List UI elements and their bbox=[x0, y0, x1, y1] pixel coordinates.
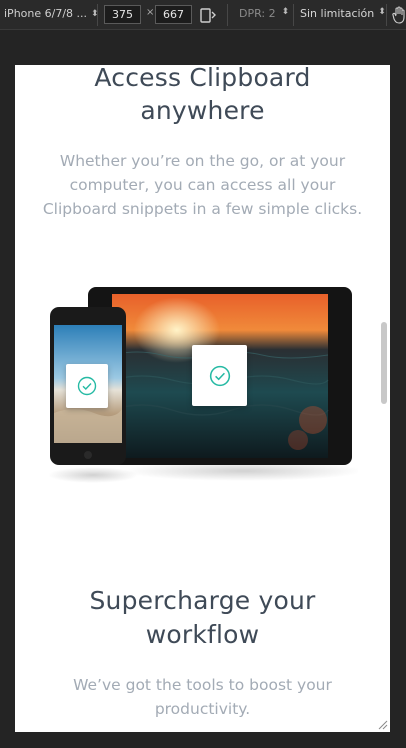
section-description-line: Whether you’re on the go, or at your bbox=[59, 152, 346, 170]
device-label: iPhone 6/7/8 ... bbox=[4, 7, 88, 20]
device-viewport: Access Clipboard anywhere Whether you’re… bbox=[15, 65, 390, 732]
scrollbar-thumb[interactable] bbox=[381, 322, 387, 404]
dpr-label: DPR: 2 bbox=[239, 7, 276, 20]
resize-grip-icon[interactable] bbox=[376, 718, 388, 730]
check-circle-icon bbox=[209, 365, 230, 386]
toolbar-divider bbox=[97, 4, 98, 26]
dimension-separator: × bbox=[146, 7, 155, 18]
caret-updown-icon: ⬍ bbox=[378, 7, 386, 17]
section-title-line: Supercharge your bbox=[89, 586, 316, 615]
check-circle-icon bbox=[77, 376, 97, 396]
section-title-line: workflow bbox=[145, 620, 260, 649]
height-input[interactable]: 667 bbox=[155, 5, 192, 24]
device-select[interactable]: iPhone 6/7/8 ... ⬍ bbox=[4, 7, 99, 20]
section-title-line: anywhere bbox=[140, 96, 265, 125]
section-description-line: We’ve got the tools to boost your bbox=[73, 676, 332, 694]
section-description-line: computer, you can access all your bbox=[69, 176, 336, 194]
responsive-toolbar: iPhone 6/7/8 ... ⬍ 375 × 667 DPR: 2 ⬍ Si… bbox=[0, 0, 406, 30]
toolbar-divider bbox=[293, 4, 294, 26]
width-input[interactable]: 375 bbox=[104, 5, 141, 24]
phone-check-card bbox=[66, 364, 108, 408]
section-title-line: Access Clipboard bbox=[94, 65, 311, 92]
section-description-line: Clipboard snippets in a few simple click… bbox=[42, 200, 363, 218]
toolbar-divider bbox=[227, 4, 228, 26]
throttle-label: Sin limitación bbox=[300, 7, 375, 20]
tablet-check-card bbox=[192, 345, 247, 406]
caret-updown-icon: ⬍ bbox=[281, 7, 290, 17]
rotate-icon[interactable] bbox=[199, 6, 217, 24]
throttle-select[interactable]: Sin limitación ⬍ bbox=[300, 7, 386, 20]
hand-icon[interactable] bbox=[392, 6, 406, 24]
section-description-line: productivity. bbox=[154, 700, 251, 718]
toolbar-divider bbox=[386, 4, 387, 26]
dpr-select[interactable]: DPR: 2 ⬍ bbox=[239, 7, 289, 20]
